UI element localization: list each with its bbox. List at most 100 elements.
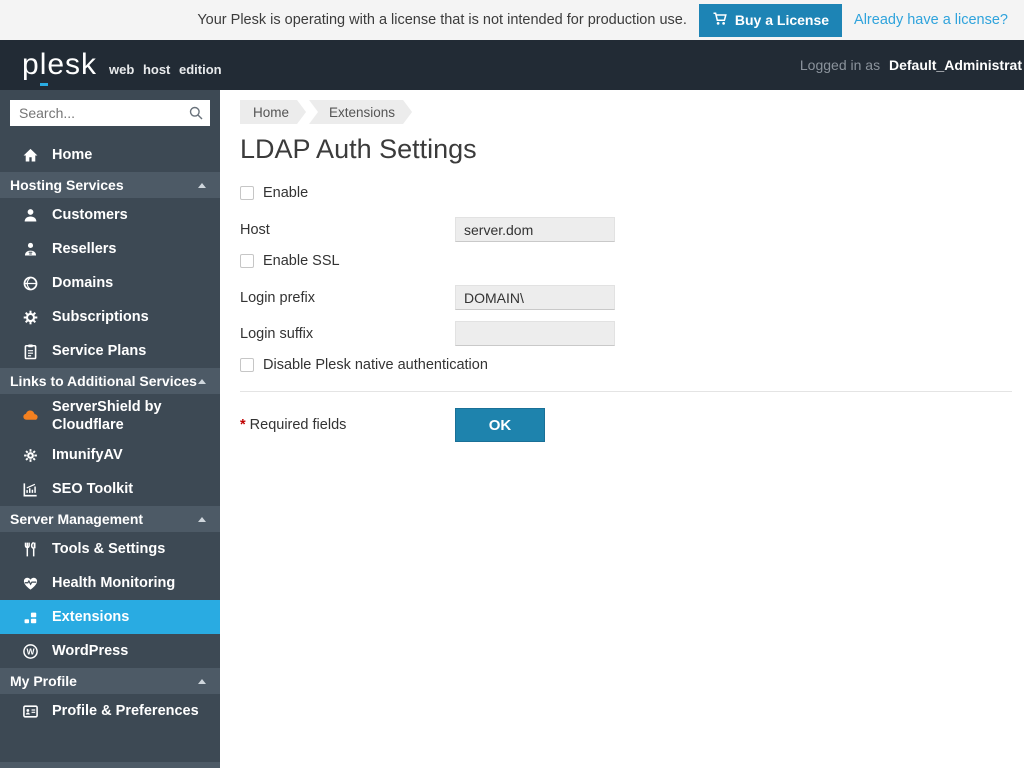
sidebar-item-label: Customers	[52, 206, 128, 224]
sidebar-item-servershield[interactable]: ServerShield by Cloudflare	[0, 394, 220, 438]
buy-license-button[interactable]: Buy a License	[699, 4, 842, 37]
license-banner: Your Plesk is operating with a license t…	[0, 0, 1024, 40]
chevron-up-icon	[198, 679, 206, 684]
resellers-icon	[22, 241, 39, 258]
sidebar-item-label: Subscriptions	[52, 308, 149, 326]
domains-globe-icon	[22, 275, 39, 292]
ok-button[interactable]: OK	[455, 408, 545, 442]
sidebar-item-label: Resellers	[52, 240, 117, 258]
section-label: Links to Additional Services	[10, 373, 197, 389]
sidebar-item-label: Service Plans	[52, 342, 146, 360]
enable-ssl-checkbox[interactable]	[240, 254, 254, 268]
sidebar-search	[10, 100, 210, 126]
form-divider	[240, 391, 1012, 392]
login-suffix-label: Login suffix	[240, 326, 455, 342]
enable-checkbox[interactable]	[240, 186, 254, 200]
customers-icon	[22, 207, 39, 224]
search-input[interactable]	[10, 100, 210, 126]
sidebar-item-subscriptions[interactable]: Subscriptions	[0, 300, 220, 334]
required-text: Required fields	[250, 417, 347, 433]
sidebar-item-label: Home	[52, 146, 92, 164]
page-title: LDAP Auth Settings	[240, 134, 1012, 165]
sidebar-item-label: Health Monitoring	[52, 574, 175, 592]
chevron-up-icon	[198, 379, 206, 384]
wordpress-icon: W	[22, 643, 39, 660]
sidebar-section-additional-services[interactable]: Links to Additional Services	[0, 368, 220, 394]
extensions-blocks-icon	[22, 609, 39, 626]
login-suffix-input[interactable]	[455, 321, 615, 346]
sidebar-section-server-management[interactable]: Server Management	[0, 506, 220, 532]
sidebar-item-label: Domains	[52, 274, 113, 292]
form-footer: *Required fields OK	[240, 408, 1012, 442]
profile-card-icon	[22, 703, 39, 720]
cart-icon	[712, 11, 728, 30]
sidebar-item-home[interactable]: Home	[0, 138, 220, 172]
sidebar-item-label: ServerShield by Cloudflare	[52, 398, 212, 434]
required-asterisk: *	[240, 417, 246, 433]
enable-ssl-label: Enable SSL	[263, 253, 340, 269]
login-prefix-label: Login prefix	[240, 290, 455, 306]
current-user-menu[interactable]: Default_Administrat	[889, 57, 1022, 73]
login-prefix-input[interactable]	[455, 285, 615, 310]
sidebar-item-domains[interactable]: Domains	[0, 266, 220, 300]
seo-chart-icon	[22, 481, 39, 498]
home-icon	[22, 147, 39, 164]
login-info: Logged in as Default_Administrat	[800, 57, 1024, 73]
disable-native-auth-checkbox[interactable]	[240, 358, 254, 372]
sidebar-next-section-edge	[0, 762, 220, 768]
license-message: Your Plesk is operating with a license t…	[197, 12, 687, 28]
sidebar-item-label: WordPress	[52, 642, 128, 660]
section-label: My Profile	[10, 673, 77, 689]
breadcrumb-extensions[interactable]: Extensions	[309, 100, 412, 124]
search-icon[interactable]	[188, 105, 204, 126]
sidebar-section-hosting-services[interactable]: Hosting Services	[0, 172, 220, 198]
sidebar-item-label: Tools & Settings	[52, 540, 165, 558]
host-label: Host	[240, 222, 455, 238]
sidebar-section-my-profile[interactable]: My Profile	[0, 668, 220, 694]
imunifyav-icon	[22, 447, 39, 464]
sidebar-item-profile-preferences[interactable]: Profile & Preferences	[0, 694, 220, 728]
enable-label: Enable	[263, 185, 308, 201]
breadcrumb: Home Extensions	[240, 100, 1012, 124]
breadcrumb-home[interactable]: Home	[240, 100, 306, 124]
sidebar-item-label: Extensions	[52, 608, 129, 626]
sidebar-item-label: SEO Toolkit	[52, 480, 133, 498]
disable-native-auth-row: Disable Plesk native authentication	[240, 357, 1012, 373]
sidebar-item-wordpress[interactable]: W WordPress	[0, 634, 220, 668]
sidebar-item-service-plans[interactable]: Service Plans	[0, 334, 220, 368]
sidebar-item-label: Profile & Preferences	[52, 702, 199, 720]
chevron-up-icon	[198, 183, 206, 188]
service-plans-icon	[22, 343, 39, 360]
enable-row: Enable	[240, 185, 1012, 201]
svg-text:W: W	[26, 646, 35, 656]
required-fields-note: *Required fields	[240, 417, 455, 433]
logged-in-as-label: Logged in as	[800, 57, 880, 73]
chevron-up-icon	[198, 517, 206, 522]
section-label: Hosting Services	[10, 177, 124, 193]
sidebar-item-seo-toolkit[interactable]: SEO Toolkit	[0, 472, 220, 506]
sidebar-item-resellers[interactable]: Resellers	[0, 232, 220, 266]
sidebar-item-customers[interactable]: Customers	[0, 198, 220, 232]
section-label: Server Management	[10, 511, 143, 527]
plesk-logo-text: plesk	[22, 48, 97, 82]
login-prefix-row: Login prefix	[240, 285, 1012, 310]
login-suffix-row: Login suffix	[240, 321, 1012, 346]
already-have-license-link[interactable]: Already have a license?	[854, 12, 1008, 28]
host-input[interactable]	[455, 217, 615, 242]
health-heart-icon	[22, 575, 39, 592]
sidebar-item-health-monitoring[interactable]: Health Monitoring	[0, 566, 220, 600]
disable-native-auth-label: Disable Plesk native authentication	[263, 357, 488, 373]
plesk-logo: plesk web host edition	[22, 48, 222, 82]
subscriptions-gear-icon	[22, 309, 39, 326]
sidebar-item-imunifyav[interactable]: ImunifyAV	[0, 438, 220, 472]
cloudflare-cloud-icon	[22, 408, 39, 425]
sidebar-item-extensions[interactable]: Extensions	[0, 600, 220, 634]
edition-label: web host edition	[109, 62, 222, 77]
buy-license-label: Buy a License	[735, 12, 829, 28]
sidebar: Home Hosting Services Customers Reseller…	[0, 90, 220, 768]
sidebar-item-tools-settings[interactable]: Tools & Settings	[0, 532, 220, 566]
enable-ssl-row: Enable SSL	[240, 253, 1012, 269]
sidebar-item-label: ImunifyAV	[52, 446, 123, 464]
host-row: Host	[240, 217, 1012, 242]
main-content: Home Extensions LDAP Auth Settings Enabl…	[220, 90, 1024, 768]
